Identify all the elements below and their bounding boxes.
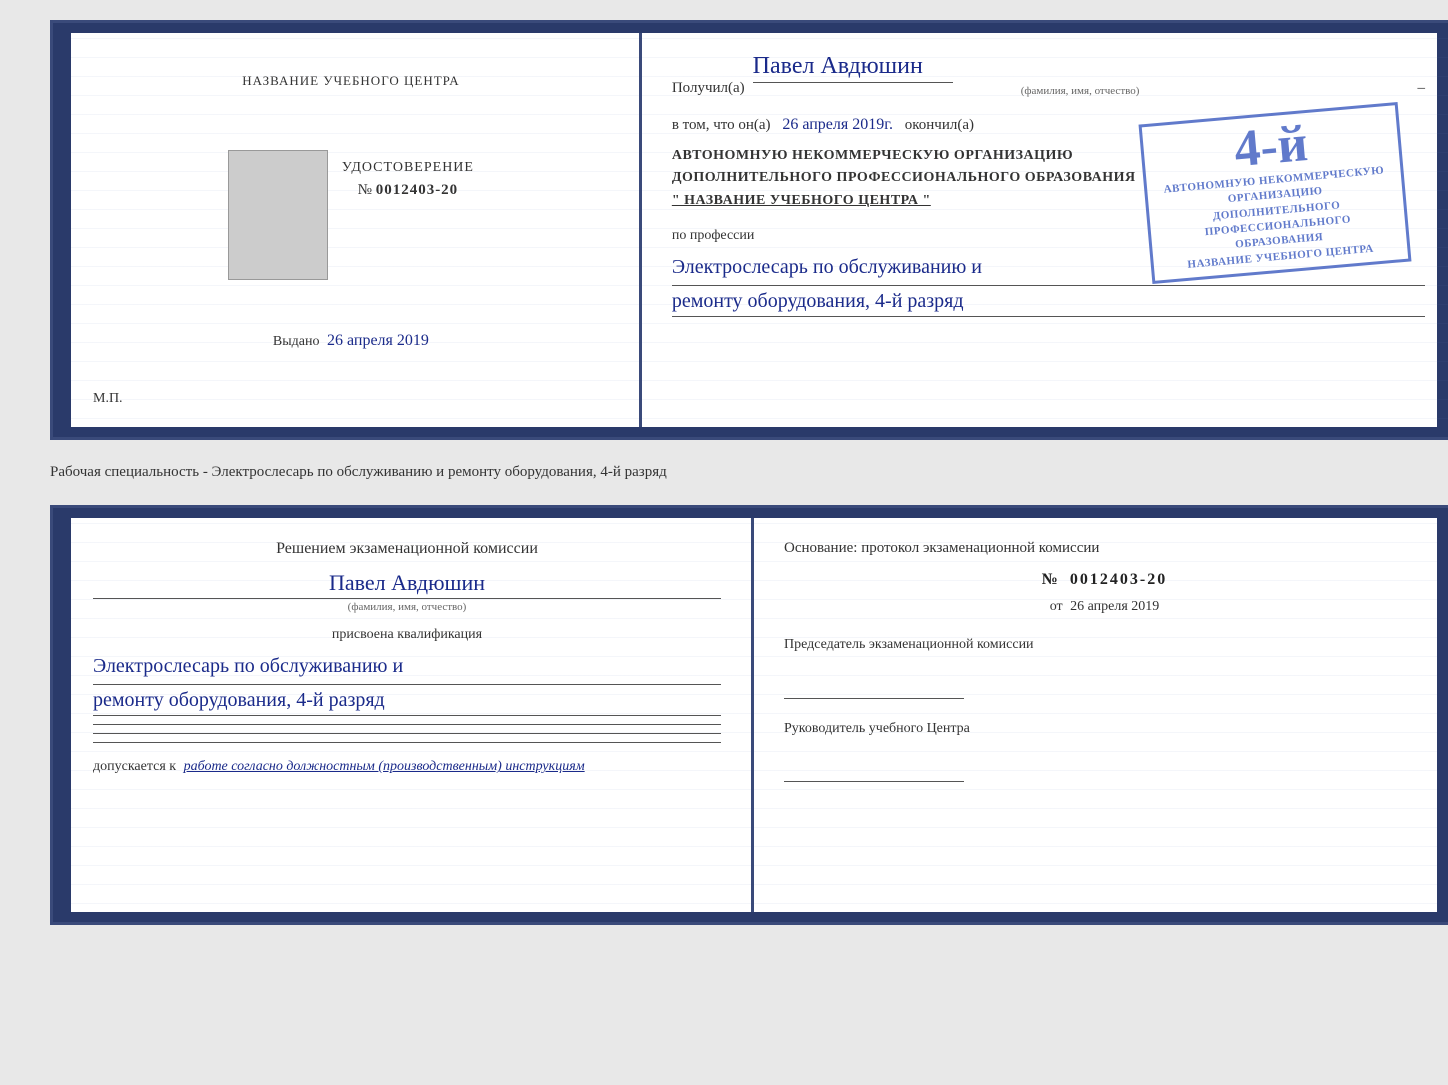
page-wrapper: НАЗВАНИЕ УЧЕБНОГО ЦЕНТРА УДОСТОВЕРЕНИЕ №… (20, 20, 1428, 925)
bottom-spine-left (53, 508, 71, 922)
doc-date-prefix: от (1050, 599, 1063, 614)
issued-label: Выдано (273, 334, 320, 349)
org-line2: ДОПОЛНИТЕЛЬНОГО ПРОФЕССИОНАЛЬНОГО ОБРАЗО… (672, 167, 1425, 189)
finished-label: окончил(а) (905, 117, 974, 133)
cert-right-panel: Получил(а) Павел Авдюшин (фамилия, имя, … (642, 23, 1448, 437)
cert-issued-block: Выдано 26 апреля 2019 (273, 332, 429, 350)
bottom-line-3 (93, 742, 721, 743)
in-that-label: в том, что он(а) (672, 117, 771, 133)
top-certificate: НАЗВАНИЕ УЧЕБНОГО ЦЕНТРА УДОСТОВЕРЕНИЕ №… (50, 20, 1448, 440)
basis-header: Основание: протокол экзаменационной коми… (784, 538, 1425, 559)
profession-block: по профессии Электрослесарь по обслужива… (672, 228, 1425, 317)
doc-number-block: № 0012403-20 (784, 571, 1425, 589)
date-handwritten: 26 апреля 2019г. (782, 116, 893, 133)
bottom-fio-small: (фамилия, имя, отчество) (93, 601, 721, 613)
chairman-block: Председатель экзаменационной комиссии (784, 635, 1425, 699)
cert-number-prefix: № (358, 182, 372, 198)
allowed-italic: работе согласно должностным (производств… (184, 759, 585, 774)
bottom-line-2 (93, 733, 721, 734)
doc-number: 0012403-20 (1070, 571, 1167, 588)
mp-label: М.П. (93, 391, 123, 407)
recipient-label: Получил(а) (672, 80, 745, 97)
issued-date: 26 апреля 2019 (327, 332, 429, 349)
recipient-name: Павел Авдюшин (753, 53, 953, 83)
bottom-profession-line1: Электрослесарь по обслуживанию и (93, 651, 721, 685)
middle-text: Рабочая специальность - Электрослесарь п… (20, 458, 1428, 487)
cert-left-panel: НАЗВАНИЕ УЧЕБНОГО ЦЕНТРА УДОСТОВЕРЕНИЕ №… (53, 23, 642, 437)
profession-label: по профессии (672, 228, 1425, 244)
bottom-right-panel: Основание: протокол экзаменационной коми… (754, 508, 1448, 922)
bottom-line-1 (93, 724, 721, 725)
photo-placeholder (228, 150, 328, 280)
bottom-certificate: Решением экзаменационной комиссии Павел … (50, 505, 1448, 925)
bottom-spine-bottom (53, 912, 1448, 922)
cert-label: УДОСТОВЕРЕНИЕ (342, 160, 474, 176)
director-block: Руководитель учебного Центра (784, 719, 1425, 783)
bottom-left-panel: Решением экзаменационной комиссии Павел … (53, 508, 754, 922)
chairman-signature-line (784, 675, 964, 699)
qualification-label: присвоена квалификация (93, 627, 721, 643)
org-name: " НАЗВАНИЕ УЧЕБНОГО ЦЕНТРА " (672, 190, 1425, 212)
director-label: Руководитель учебного Центра (784, 719, 1425, 739)
spine-left (53, 23, 71, 437)
bottom-spine-top (53, 508, 1448, 518)
org-block: АВТОНОМНУЮ НЕКОММЕРЧЕСКУЮ ОРГАНИЗАЦИЮ ДО… (672, 145, 1425, 212)
chairman-label: Председатель экзаменационной комиссии (784, 635, 1425, 655)
bottom-profession-line2: ремонту оборудования, 4-й разряд (93, 689, 721, 716)
doc-date: 26 апреля 2019 (1070, 599, 1159, 614)
allowed-block: допускается к работе согласно должностны… (93, 759, 721, 775)
cert-header: НАЗВАНИЕ УЧЕБНОГО ЦЕНТРА (242, 73, 459, 89)
bottom-person-name: Павел Авдюшин (93, 570, 721, 599)
in-that-block: в том, что он(а) 26 апреля 2019г. окончи… (672, 113, 1425, 137)
director-signature-line (784, 758, 964, 782)
bottom-spine-right (1437, 508, 1448, 922)
org-line1: АВТОНОМНУЮ НЕКОММЕРЧЕСКУЮ ОРГАНИЗАЦИЮ (672, 145, 1425, 167)
doc-number-prefix: № (1042, 571, 1060, 588)
profession-line2: ремонту оборудования, 4-й разряд (672, 290, 1425, 317)
commission-header: Решением экзаменационной комиссии (93, 538, 721, 560)
cert-number-block: УДОСТОВЕРЕНИЕ № 0012403-20 (342, 160, 474, 199)
doc-date-block: от 26 апреля 2019 (784, 599, 1425, 615)
fio-small: (фамилия, имя, отчество) (753, 85, 1408, 97)
profession-line1: Электрослесарь по обслуживанию и (672, 252, 1425, 286)
allowed-label: допускается к (93, 759, 176, 774)
cert-number-value: 0012403-20 (376, 182, 459, 198)
recipient-line: Получил(а) Павел Авдюшин (фамилия, имя, … (672, 53, 1425, 97)
